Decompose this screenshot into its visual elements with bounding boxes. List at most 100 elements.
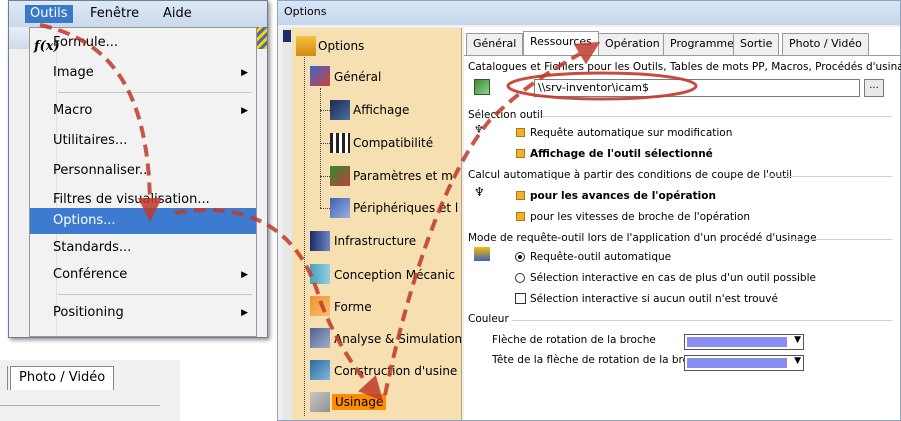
tree-item-analyse[interactable]: Analyse & Simulation bbox=[334, 332, 461, 346]
menu-item-image[interactable]: Image ▶ bbox=[30, 60, 256, 86]
tree-item-parametres[interactable]: Paramètres et m bbox=[353, 169, 453, 183]
auto-calc-heading: Calcul automatique à partir des conditio… bbox=[468, 169, 793, 181]
tab-underline bbox=[0, 405, 160, 406]
tree-connector bbox=[320, 176, 330, 177]
menu-item-label: Options... bbox=[53, 213, 116, 228]
tree-item-general[interactable]: Général bbox=[334, 70, 381, 84]
tab-sortie[interactable]: Sortie bbox=[733, 33, 780, 55]
options-window: Options Options Général Affichage Compat… bbox=[277, 0, 901, 421]
machining-icon bbox=[310, 392, 330, 412]
tree-connector bbox=[320, 208, 330, 209]
window-title: Options bbox=[278, 1, 900, 25]
submenu-arrow-icon: ▶ bbox=[241, 106, 248, 116]
tab-photo-video[interactable]: Photo / Vidéo bbox=[782, 33, 869, 55]
menu-separator bbox=[58, 294, 252, 295]
chevron-down-icon: ▼ bbox=[794, 335, 801, 345]
group-line bbox=[542, 116, 892, 117]
checkbox-aucun-outil[interactable] bbox=[515, 293, 526, 304]
checkbox-requete-auto[interactable] bbox=[516, 128, 525, 137]
display-icon bbox=[330, 100, 350, 120]
menu-item-positioning[interactable]: Positioning ▶ bbox=[30, 300, 256, 326]
query-mode-heading: Mode de requête-outil lors de l'applicat… bbox=[468, 232, 817, 244]
submenu-arrow-icon: ▶ bbox=[241, 308, 248, 318]
radio-label: Requête-outil automatique bbox=[530, 251, 672, 263]
checkbox-label: Affichage de l'outil sélectionné bbox=[530, 148, 713, 160]
tab-photo-video[interactable]: Photo / Vidéo bbox=[10, 366, 115, 390]
color-select-tete[interactable]: ▼ bbox=[684, 355, 804, 371]
checkbox-label: Sélection interactive si aucun outil n'e… bbox=[530, 293, 778, 305]
tools-menu-window: Outils Fenêtre Aide f(x) Formule... Imag… bbox=[8, 0, 268, 338]
analysis-icon bbox=[310, 328, 330, 348]
tree-connector bbox=[320, 110, 330, 111]
tree-item-peripheriques[interactable]: Périphériques et l bbox=[353, 201, 458, 215]
menu-fenetre[interactable]: Fenêtre bbox=[85, 5, 144, 23]
color-heading: Couleur bbox=[468, 313, 509, 325]
scrollbar-thumb[interactable] bbox=[283, 30, 291, 42]
menu-item-label: Conférence bbox=[53, 267, 128, 282]
checkbox-label: Requête automatique sur modification bbox=[530, 127, 733, 139]
menu-item-utilitaires[interactable]: Utilitaires... bbox=[30, 128, 256, 154]
group-line bbox=[789, 239, 892, 240]
menu-item-label: Formule... bbox=[53, 35, 118, 50]
options-panel: Général Ressources Opération Programme S… bbox=[464, 27, 901, 420]
checkbox-vitesses[interactable] bbox=[516, 212, 525, 221]
tab-general[interactable]: Général bbox=[466, 33, 524, 55]
catalog-path-field[interactable]: \\srv-inventor\icam$ bbox=[534, 79, 860, 97]
shape-icon bbox=[310, 296, 330, 316]
menu-item-macro[interactable]: Macro ▶ bbox=[30, 98, 256, 124]
tab-divider bbox=[0, 366, 8, 390]
color-row-label: Flèche de rotation de la broche bbox=[492, 334, 656, 346]
checkbox-avances[interactable] bbox=[516, 191, 525, 200]
tree-item-usinage[interactable]: Usinage bbox=[332, 394, 387, 410]
general-icon bbox=[310, 66, 330, 86]
menu-item-conference[interactable]: Conférence ▶ bbox=[30, 262, 256, 288]
checkbox-label: pour les avances de l'opération bbox=[530, 190, 716, 202]
radio-label: Sélection interactive en cas de plus d'u… bbox=[530, 272, 816, 284]
fx-icon: f(x) bbox=[34, 39, 60, 54]
tab-operation[interactable]: Opération bbox=[598, 33, 667, 55]
tree-item-infrastructure[interactable]: Infrastructure bbox=[334, 234, 416, 248]
tab-fragment: Photo / Vidéo bbox=[0, 360, 180, 421]
tree-connector bbox=[304, 48, 305, 416]
submenu-arrow-icon: ▶ bbox=[241, 270, 248, 280]
tab-programme[interactable]: Programme bbox=[663, 33, 741, 55]
menu-item-label: Image bbox=[53, 65, 94, 80]
radio-requete-auto[interactable] bbox=[515, 252, 525, 262]
plant-icon bbox=[310, 360, 330, 380]
infrastructure-icon bbox=[310, 231, 330, 251]
menu-item-label: Positioning bbox=[53, 305, 124, 320]
menu-item-options[interactable]: Options... bbox=[30, 208, 256, 234]
parameters-icon bbox=[330, 166, 350, 186]
tree-root-label[interactable]: Options bbox=[318, 39, 364, 53]
menu-item-standards[interactable]: Standards... bbox=[30, 235, 256, 261]
tool-icon: ♆ bbox=[474, 123, 484, 136]
tree-connector bbox=[320, 143, 330, 144]
color-select-broche[interactable]: ▼ bbox=[684, 334, 804, 350]
compatibility-icon bbox=[330, 133, 350, 153]
tree-item-conception[interactable]: Conception Mécanic bbox=[334, 268, 455, 282]
outils-dropdown: f(x) Formule... Image ▶ Macro ▶ Utilitai… bbox=[29, 27, 257, 337]
peripherals-icon bbox=[330, 198, 350, 218]
menu-item-personnaliser[interactable]: Personnaliser... bbox=[30, 158, 256, 184]
tree-item-forme[interactable]: Forme bbox=[334, 300, 372, 314]
tree-item-affichage[interactable]: Affichage bbox=[353, 103, 409, 117]
options-tree: Options Général Affichage Compatibilité … bbox=[282, 28, 462, 420]
checkbox-label: pour les vitesses de broche de l'opérati… bbox=[530, 211, 751, 223]
radio-selection-interactive[interactable] bbox=[515, 273, 525, 283]
chevron-down-icon: ▼ bbox=[794, 356, 801, 366]
catalog-icon bbox=[474, 79, 490, 95]
menu-item-formule[interactable]: f(x) Formule... bbox=[30, 30, 256, 56]
menubar: Outils Fenêtre Aide bbox=[9, 1, 267, 27]
menu-item-label: Standards... bbox=[53, 240, 132, 255]
menu-aide[interactable]: Aide bbox=[158, 5, 197, 23]
menu-outils[interactable]: Outils bbox=[25, 5, 73, 23]
tree-item-construction[interactable]: Construction d'usine bbox=[334, 364, 457, 378]
checkbox-affichage-outil[interactable] bbox=[516, 149, 525, 158]
tree-scrollbar[interactable] bbox=[282, 28, 292, 420]
group-line bbox=[512, 320, 892, 321]
tab-ressources[interactable]: Ressources bbox=[523, 31, 599, 56]
color-swatch bbox=[687, 358, 787, 368]
browse-button[interactable]: ... bbox=[864, 79, 884, 97]
color-row-label: Tête de la flèche de rotation de la broc… bbox=[492, 354, 708, 366]
tree-item-compatibilite[interactable]: Compatibilité bbox=[353, 136, 433, 150]
